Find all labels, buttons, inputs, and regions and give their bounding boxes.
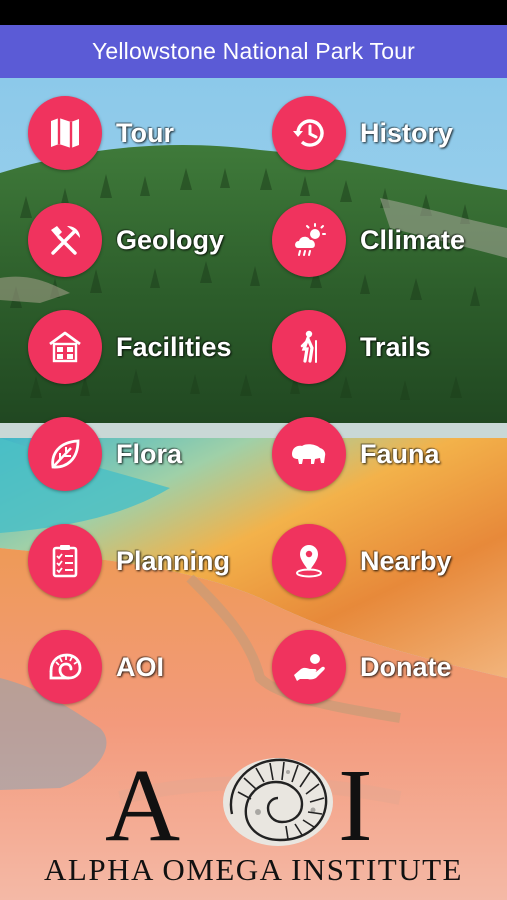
menu-item-history[interactable]: History bbox=[272, 96, 453, 170]
building-icon bbox=[28, 310, 102, 384]
hiker-icon bbox=[272, 310, 346, 384]
menu-item-facilities[interactable]: Facilities bbox=[28, 310, 232, 384]
menu-label-trails: Trails bbox=[360, 331, 431, 362]
menu-item-flora[interactable]: Flora bbox=[28, 417, 182, 491]
menu-item-planning[interactable]: Planning bbox=[28, 524, 230, 598]
menu-item-geology[interactable]: Geology bbox=[28, 203, 224, 277]
leaf-icon bbox=[28, 417, 102, 491]
nav-bar: Yellowstone National Park Tour bbox=[0, 25, 507, 78]
menu-label-aoi: AOI bbox=[116, 651, 165, 682]
menu-label-tour: Tour bbox=[116, 117, 174, 148]
logo-mark: A I bbox=[0, 748, 507, 863]
aoi-logo: A I ALPHA OMEGA INSTITUTE bbox=[0, 748, 507, 900]
menu-item-tour[interactable]: Tour bbox=[28, 96, 174, 170]
logo-letter-i: I bbox=[338, 748, 373, 863]
menu-item-climate[interactable]: Cllimate bbox=[272, 203, 465, 277]
page-title: Yellowstone National Park Tour bbox=[91, 38, 416, 64]
menu-label-climate: Cllimate bbox=[360, 224, 466, 255]
menu-label-fauna: Fauna bbox=[360, 438, 440, 469]
weather-icon bbox=[272, 203, 346, 277]
logo-name: ALPHA OMEGA INSTITUTE bbox=[44, 852, 463, 887]
bison-icon bbox=[272, 417, 346, 491]
ammonite-icon bbox=[28, 630, 102, 704]
menu-label-geology: Geology bbox=[116, 224, 225, 255]
pick-shovel-icon bbox=[28, 203, 102, 277]
menu-label-planning: Planning bbox=[116, 545, 230, 576]
menu-label-donate: Donate bbox=[360, 651, 452, 682]
menu-label-nearby: Nearby bbox=[360, 545, 452, 576]
history-icon bbox=[272, 96, 346, 170]
menu-label-flora: Flora bbox=[116, 438, 183, 469]
logo-letter-a: A bbox=[105, 748, 181, 863]
status-bar bbox=[0, 0, 507, 25]
menu-item-donate[interactable]: Donate bbox=[272, 630, 452, 704]
hand-coin-icon bbox=[272, 630, 346, 704]
ammonite-fossil-icon bbox=[223, 758, 333, 846]
menu-label-history: History bbox=[360, 117, 454, 148]
checklist-icon bbox=[28, 524, 102, 598]
menu-item-nearby[interactable]: Nearby bbox=[272, 524, 452, 598]
location-pin-icon bbox=[272, 524, 346, 598]
menu-item-trails[interactable]: Trails bbox=[272, 310, 431, 384]
menu-item-aoi[interactable]: AOI bbox=[28, 630, 164, 704]
map-icon bbox=[28, 96, 102, 170]
menu-label-facilities: Facilities bbox=[116, 331, 232, 362]
menu-item-fauna[interactable]: Fauna bbox=[272, 417, 440, 491]
